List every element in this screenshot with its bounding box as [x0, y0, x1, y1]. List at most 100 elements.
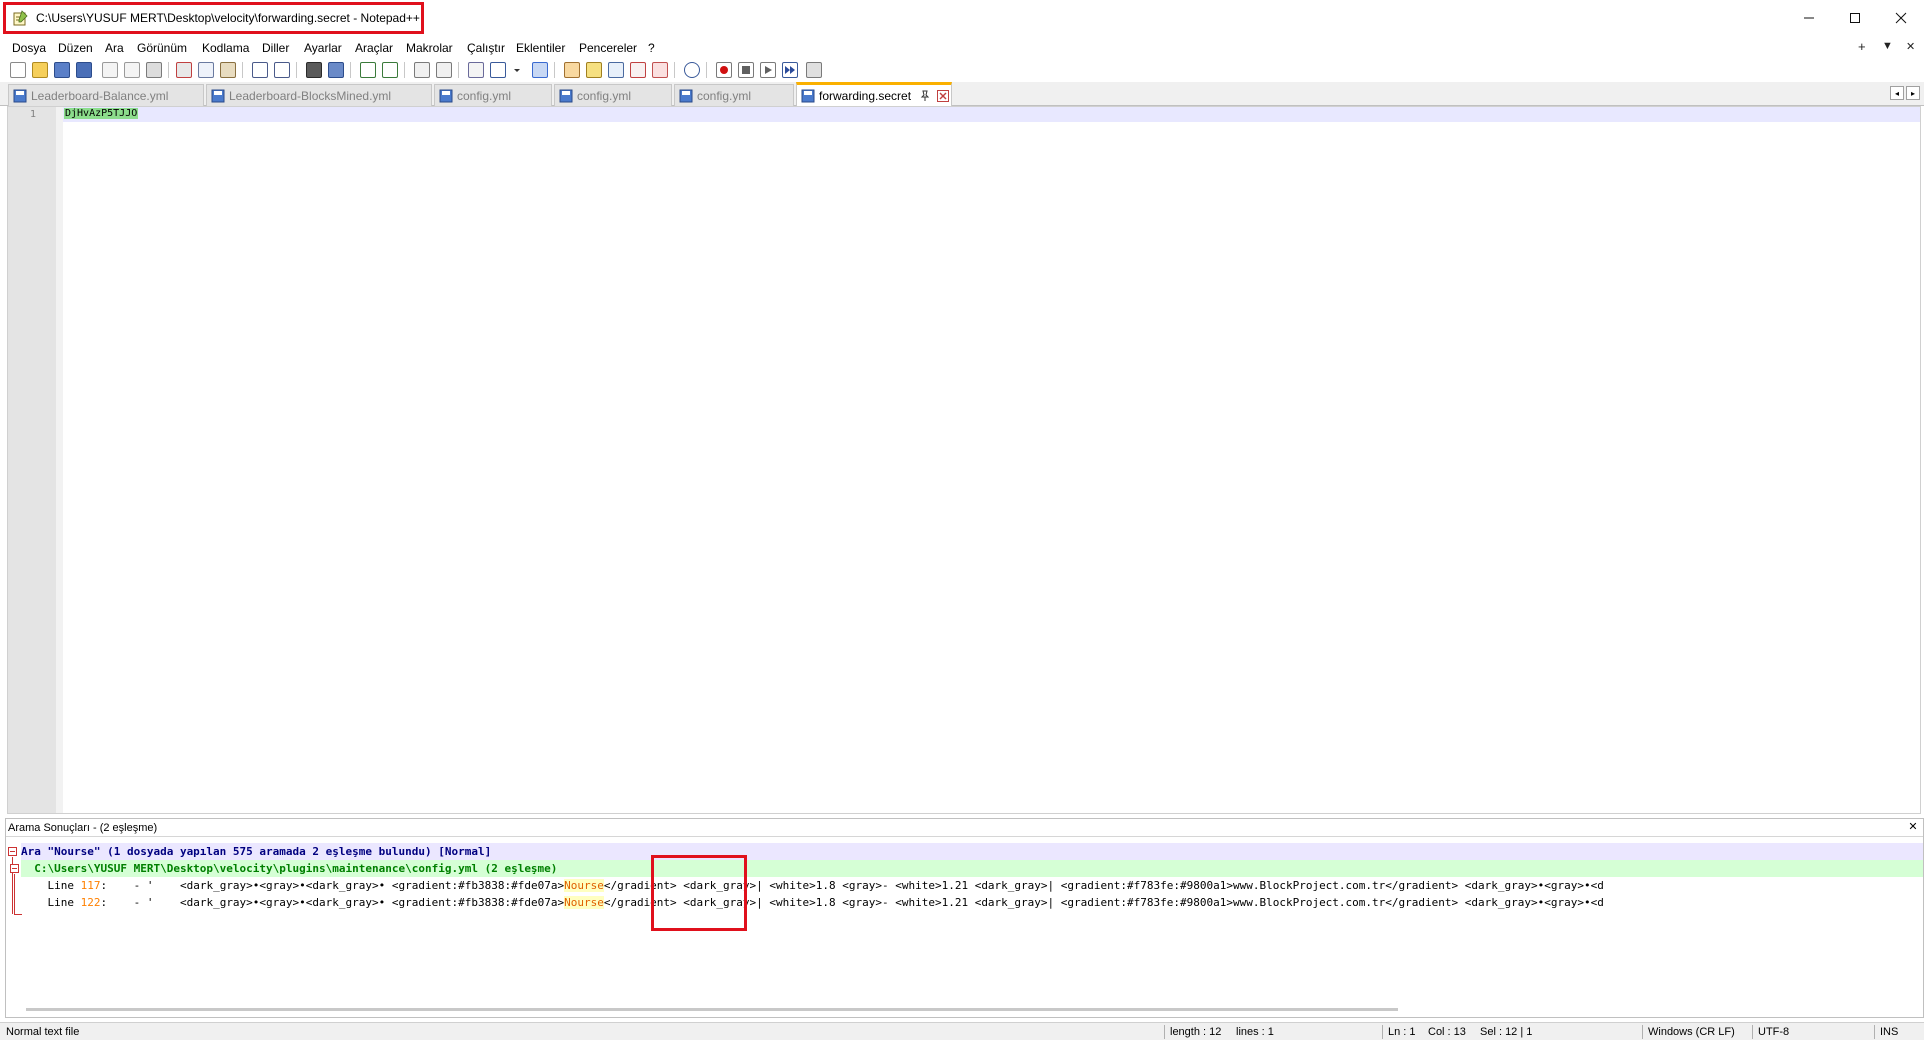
tab-scroll-right-icon[interactable]: ▸ — [1906, 86, 1920, 100]
tab-leaderboard-balance[interactable]: Leaderboard-Balance.yml — [8, 84, 204, 106]
fold-toggle-icon[interactable] — [10, 864, 19, 873]
udl-icon[interactable] — [564, 62, 580, 78]
editor-area[interactable]: 1 DjHvAzP5TJJO — [7, 106, 1921, 814]
tab-list-down-icon[interactable]: ▼ — [1882, 40, 1893, 52]
search-results-close-icon[interactable]: ✕ — [1907, 821, 1919, 833]
maximize-button[interactable] — [1832, 0, 1878, 36]
sync-vertical-icon[interactable] — [414, 62, 430, 78]
function-list-icon[interactable] — [630, 62, 646, 78]
undo-icon[interactable] — [252, 62, 268, 78]
new-tab-plus-icon[interactable]: + — [1858, 39, 1866, 54]
macro-play-icon[interactable] — [760, 62, 776, 78]
close-file-icon[interactable] — [102, 62, 118, 78]
editor-text[interactable]: DjHvAzP5TJJO — [64, 108, 139, 119]
hit-line-number: 117 — [80, 879, 101, 892]
hit-label: Line — [21, 879, 81, 892]
tab-config-2[interactable]: config.yml — [554, 84, 672, 106]
menu-gorunum[interactable]: Görünüm — [137, 41, 187, 55]
file-saved-icon — [13, 89, 27, 102]
word-wrap-icon[interactable] — [468, 62, 484, 78]
print-icon[interactable] — [146, 62, 162, 78]
zoom-out-icon[interactable] — [382, 62, 398, 78]
search-hit-line[interactable]: Line 117: - ' <dark_gray>•<gray>•<dark_g… — [21, 877, 1923, 894]
hit-match: Nourse — [564, 896, 604, 909]
tab-config-3[interactable]: config.yml — [674, 84, 794, 106]
status-separator — [1874, 1025, 1875, 1039]
status-separator — [1752, 1025, 1753, 1039]
file-saved-icon — [559, 89, 573, 102]
macro-save-icon[interactable] — [806, 62, 822, 78]
match-highlight-box — [651, 855, 747, 931]
pin-icon[interactable] — [919, 90, 931, 102]
paste-icon[interactable] — [220, 62, 236, 78]
replace-icon[interactable] — [328, 62, 344, 78]
search-summary-line[interactable]: Ara "Nourse" (1 dosyada yapılan 575 aram… — [21, 843, 1923, 860]
close-icon — [1895, 12, 1907, 24]
doc-map-icon[interactable] — [586, 62, 602, 78]
copy-icon[interactable] — [198, 62, 214, 78]
show-all-chars-icon[interactable] — [490, 62, 506, 78]
dropdown-arrow-icon[interactable] — [512, 62, 522, 78]
close-button[interactable] — [1878, 0, 1924, 36]
hit-suffix: </gradient> <dark_gray>| <white>1.8 <gra… — [603, 896, 1604, 909]
indent-guide-icon[interactable] — [532, 62, 548, 78]
new-file-icon[interactable] — [10, 62, 26, 78]
menu-ara[interactable]: Ara — [105, 41, 124, 55]
menu-duzen[interactable]: Düzen — [58, 41, 93, 55]
toolbar-separator — [296, 62, 297, 78]
results-horizontal-scrollbar[interactable] — [26, 1008, 1398, 1011]
menu-pencereler[interactable]: Pencereler — [579, 41, 637, 55]
hit-line-number: 122 — [80, 896, 101, 909]
file-saved-icon — [679, 89, 693, 102]
tab-close-icon[interactable] — [937, 89, 950, 102]
open-file-icon[interactable] — [32, 62, 48, 78]
line-number: 1 — [29, 109, 36, 120]
toolbar-separator — [458, 62, 459, 78]
doc-list-icon[interactable] — [608, 62, 624, 78]
tab-leaderboard-blocksmined[interactable]: Leaderboard-BlocksMined.yml — [206, 84, 432, 106]
tab-label: Leaderboard-BlocksMined.yml — [229, 88, 392, 103]
menu-araclar[interactable]: Araçlar — [355, 41, 393, 55]
menu-eklentiler[interactable]: Eklentiler — [516, 41, 565, 55]
menu-dosya[interactable]: Dosya — [12, 41, 46, 55]
redo-icon[interactable] — [274, 62, 290, 78]
find-icon[interactable] — [306, 62, 322, 78]
status-sel: Sel : 12 | 1 — [1480, 1026, 1533, 1038]
sync-horizontal-icon[interactable] — [436, 62, 452, 78]
status-ln: Ln : 1 — [1388, 1026, 1416, 1038]
tab-label: config.yml — [577, 88, 632, 103]
toolbar-separator — [554, 62, 555, 78]
save-icon[interactable] — [54, 62, 70, 78]
status-col: Col : 13 — [1428, 1026, 1466, 1038]
search-results-title: Arama Sonuçları - (2 eşleşme) — [8, 822, 158, 834]
fold-guide-end — [14, 914, 22, 915]
monitoring-eye-icon[interactable] — [684, 62, 700, 78]
search-file-line[interactable]: C:\Users\YUSUF MERT\Desktop\velocity\plu… — [21, 860, 1923, 877]
zoom-in-icon[interactable] — [360, 62, 376, 78]
menu-help[interactable]: ? — [648, 41, 655, 55]
save-all-icon[interactable] — [76, 62, 92, 78]
menu-kodlama[interactable]: Kodlama — [202, 41, 249, 55]
menu-makrolar[interactable]: Makrolar — [406, 41, 453, 55]
menu-diller[interactable]: Diller — [262, 41, 289, 55]
file-saved-icon — [439, 89, 453, 102]
fold-toggle-icon[interactable] — [8, 847, 17, 856]
search-hit-line[interactable]: Line 122: - ' <dark_gray>•<gray>•<dark_g… — [21, 894, 1923, 911]
minimize-button[interactable] — [1786, 0, 1832, 36]
macro-record-icon[interactable] — [716, 62, 732, 78]
folder-workspace-icon[interactable] — [652, 62, 668, 78]
tab-config-1[interactable]: config.yml — [434, 84, 552, 106]
macro-stop-icon[interactable] — [738, 62, 754, 78]
current-line-highlight — [63, 107, 1920, 122]
macro-run-multiple-icon[interactable] — [782, 62, 798, 78]
menu-ayarlar[interactable]: Ayarlar — [304, 41, 342, 55]
close-all-icon[interactable] — [124, 62, 140, 78]
cut-icon[interactable] — [176, 62, 192, 78]
hit-suffix: </gradient> <dark_gray>| <white>1.8 <gra… — [603, 879, 1604, 892]
status-separator — [1642, 1025, 1643, 1039]
tab-forwarding-secret[interactable]: forwarding.secret — [796, 82, 952, 106]
status-mode: INS — [1880, 1026, 1899, 1038]
tab-scroll-left-icon[interactable]: ◂ — [1890, 86, 1904, 100]
close-document-icon[interactable]: ✕ — [1906, 40, 1915, 53]
menu-calistir[interactable]: Çalıştır — [467, 41, 505, 55]
